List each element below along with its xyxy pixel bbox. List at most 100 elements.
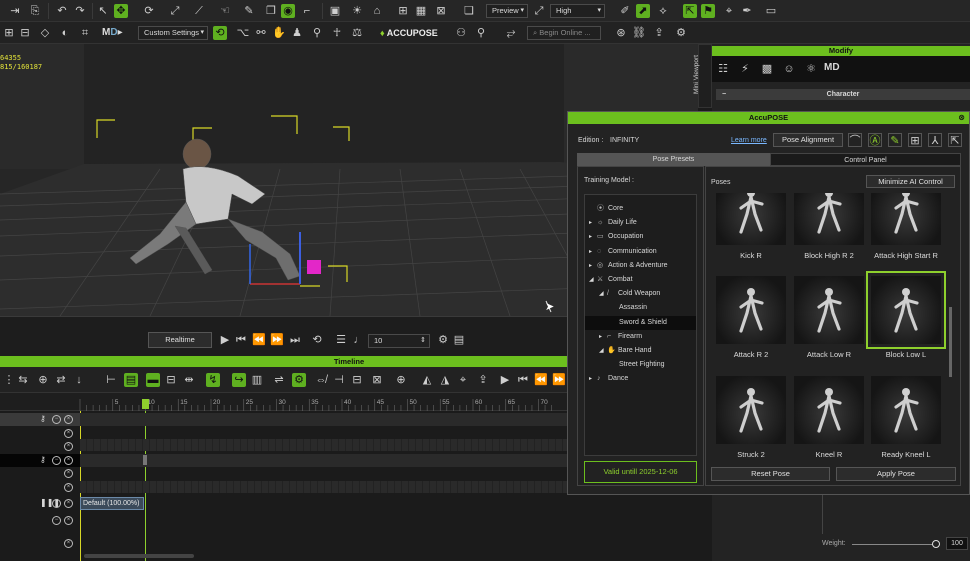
home-icon[interactable]: ⌂: [370, 4, 384, 18]
loop-icon[interactable]: ⟲: [310, 333, 324, 347]
tl-tool-15-icon[interactable]: ⚙: [292, 373, 306, 387]
flag-icon[interactable]: ⚑: [701, 4, 715, 18]
modify-checker-icon[interactable]: ▩: [760, 62, 774, 76]
sequencer-icon[interactable]: ☰: [334, 333, 348, 347]
camera-sync-icon[interactable]: ⇱: [683, 4, 697, 18]
tree-expand-icon[interactable]: ▸: [589, 216, 597, 230]
link-node-icon[interactable]: ⚯: [254, 26, 268, 40]
track-8-lock-icon[interactable]: −: [52, 516, 61, 525]
scale-icon[interactable]: ⤢: [168, 4, 182, 18]
track-selected-lock-icon[interactable]: −: [52, 456, 61, 465]
move-icon[interactable]: ✥: [114, 4, 128, 18]
snap-icon[interactable]: ⊠: [434, 4, 448, 18]
track-3-close-icon[interactable]: ×: [64, 442, 73, 451]
tab-control-panel[interactable]: Control Panel: [770, 153, 961, 166]
tl-tool-21-icon[interactable]: ◮: [438, 373, 452, 387]
import-icon[interactable]: ⇥: [8, 4, 22, 18]
music-note-icon[interactable]: ♩: [352, 333, 366, 347]
tl-first-icon[interactable]: ⏮: [516, 373, 530, 387]
track-7-lock-icon[interactable]: −: [52, 499, 61, 508]
track-9-close-icon[interactable]: ×: [64, 539, 73, 548]
tree-item[interactable]: Assassin: [585, 301, 696, 315]
tree-item[interactable]: ▸ ♪ Dance: [585, 372, 696, 386]
subtitle-icon[interactable]: ▤: [452, 333, 466, 347]
tool-a-icon[interactable]: ⊞: [2, 26, 16, 40]
pose-card[interactable]: Kick R: [716, 193, 786, 260]
tree-item[interactable]: Street Fighting: [585, 358, 696, 372]
tree-item[interactable]: ▸ ☼ Daily Life: [585, 216, 696, 230]
tl-next-icon[interactable]: ⏩: [552, 373, 566, 387]
modify-head-icon[interactable]: ☺: [782, 62, 796, 76]
tl-tool-18-icon[interactable]: ⊟: [350, 373, 364, 387]
reset-pose-button[interactable]: Reset Pose: [711, 467, 830, 481]
character-section-header[interactable]: − Character: [716, 89, 970, 100]
tl-tool-14-icon[interactable]: ⇌: [272, 373, 286, 387]
chain-link-icon[interactable]: ⛓: [632, 26, 646, 40]
tab-pose-presets[interactable]: Pose Presets: [577, 153, 770, 166]
copy-icon[interactable]: ❐: [264, 4, 278, 18]
monitor-icon[interactable]: ▭: [764, 4, 778, 18]
pose-tool-icon[interactable]: ⟲: [213, 26, 227, 40]
crop-icon[interactable]: ⌐: [300, 4, 314, 18]
last-frame-icon[interactable]: ⏭: [288, 333, 302, 347]
pen-tool-icon[interactable]: ✒: [740, 4, 754, 18]
pose-card[interactable]: Ready Kneel L: [871, 376, 941, 459]
valid-until-button[interactable]: Valid untill 2025-12-06: [584, 461, 697, 483]
tree-item[interactable]: ▸ ◎ Action & Adventure: [585, 259, 696, 273]
track-selected-key-icon[interactable]: ⚷: [40, 455, 46, 464]
tree-item[interactable]: ▸ ⌐ Firearm: [585, 330, 696, 344]
track-key-icon[interactable]: ⚷: [40, 414, 46, 423]
tl-tool-5-icon[interactable]: ↓: [72, 373, 86, 387]
pose-card[interactable]: Attack R 2: [716, 276, 786, 359]
tl-tool-20-icon[interactable]: ◭: [420, 373, 434, 387]
paint-icon[interactable]: ✐: [618, 4, 632, 18]
figure-icon[interactable]: ☥: [330, 26, 344, 40]
tl-tool-7-icon[interactable]: ▤: [124, 373, 138, 387]
pose-card[interactable]: Block Low L: [866, 271, 946, 359]
timeline-hscrollbar[interactable]: [84, 554, 194, 558]
first-frame-icon[interactable]: ⏮: [234, 333, 248, 347]
tl-tool-8-icon[interactable]: ▬: [146, 373, 160, 387]
tree-expand-icon[interactable]: ◢: [589, 273, 597, 287]
weight-value-field[interactable]: 100: [946, 537, 968, 550]
tl-tool-9-icon[interactable]: ⊟: [164, 373, 178, 387]
modify-physics-icon[interactable]: ⚛: [804, 62, 818, 76]
export-icon[interactable]: ⎘: [28, 4, 42, 18]
walk-icon[interactable]: ⚲: [310, 26, 324, 40]
tl-tool-10-icon[interactable]: ⇹: [182, 373, 196, 387]
tree-item[interactable]: ⦿ Core: [585, 202, 696, 216]
redo-icon[interactable]: ↷: [73, 4, 87, 18]
pose-card[interactable]: Kneel R: [794, 376, 864, 459]
tree-expand-icon[interactable]: ▸: [589, 230, 597, 244]
tl-tool-19-icon[interactable]: ⊠: [370, 373, 384, 387]
track-5-close-icon[interactable]: ×: [64, 469, 73, 478]
light-icon[interactable]: ☀: [350, 4, 364, 18]
tree-expand-icon[interactable]: ▸: [589, 259, 597, 273]
zoom-icon[interactable]: ⊕: [394, 373, 408, 387]
settings-gear-icon[interactable]: ⚙: [674, 26, 688, 40]
person-pin-icon[interactable]: ♟: [290, 26, 304, 40]
camera-icon[interactable]: ⊛: [614, 26, 628, 40]
modify-motion-icon[interactable]: ⚡: [738, 62, 752, 76]
tree-expand-icon[interactable]: ▸: [599, 330, 607, 344]
tree-expand-icon[interactable]: ▸: [589, 372, 597, 386]
tl-tool-16-icon[interactable]: ⇎: [314, 373, 328, 387]
tl-tool-11-icon[interactable]: ↯: [206, 373, 220, 387]
preview-dropdown[interactable]: Preview ▾: [486, 4, 528, 18]
custom-settings-dropdown[interactable]: Custom Settings ▾: [138, 26, 208, 40]
tl-tool-17-icon[interactable]: ⊣: [332, 373, 346, 387]
upload-icon[interactable]: ⇪: [652, 26, 666, 40]
reach-icon[interactable]: ⟡: [656, 4, 670, 18]
track-lock-icon[interactable]: −: [52, 415, 61, 424]
tl-tool-12-icon[interactable]: ↪: [232, 373, 246, 387]
motion-clip[interactable]: Default (100.00%): [80, 497, 144, 510]
modify-sliders-icon[interactable]: ☷: [716, 62, 730, 76]
window-icon[interactable]: ▣: [328, 4, 342, 18]
track-selected-close-icon[interactable]: ×: [64, 456, 73, 465]
pen-mode-icon[interactable]: ✎: [888, 133, 902, 147]
tl-tool-13-icon[interactable]: ▥: [250, 373, 264, 387]
pin-icon[interactable]: ⚲: [474, 26, 488, 40]
weight-slider-handle[interactable]: [932, 540, 940, 548]
tree-item[interactable]: ▸ ◌ Communication: [585, 245, 696, 259]
next-key-icon[interactable]: ⏩: [270, 333, 284, 347]
